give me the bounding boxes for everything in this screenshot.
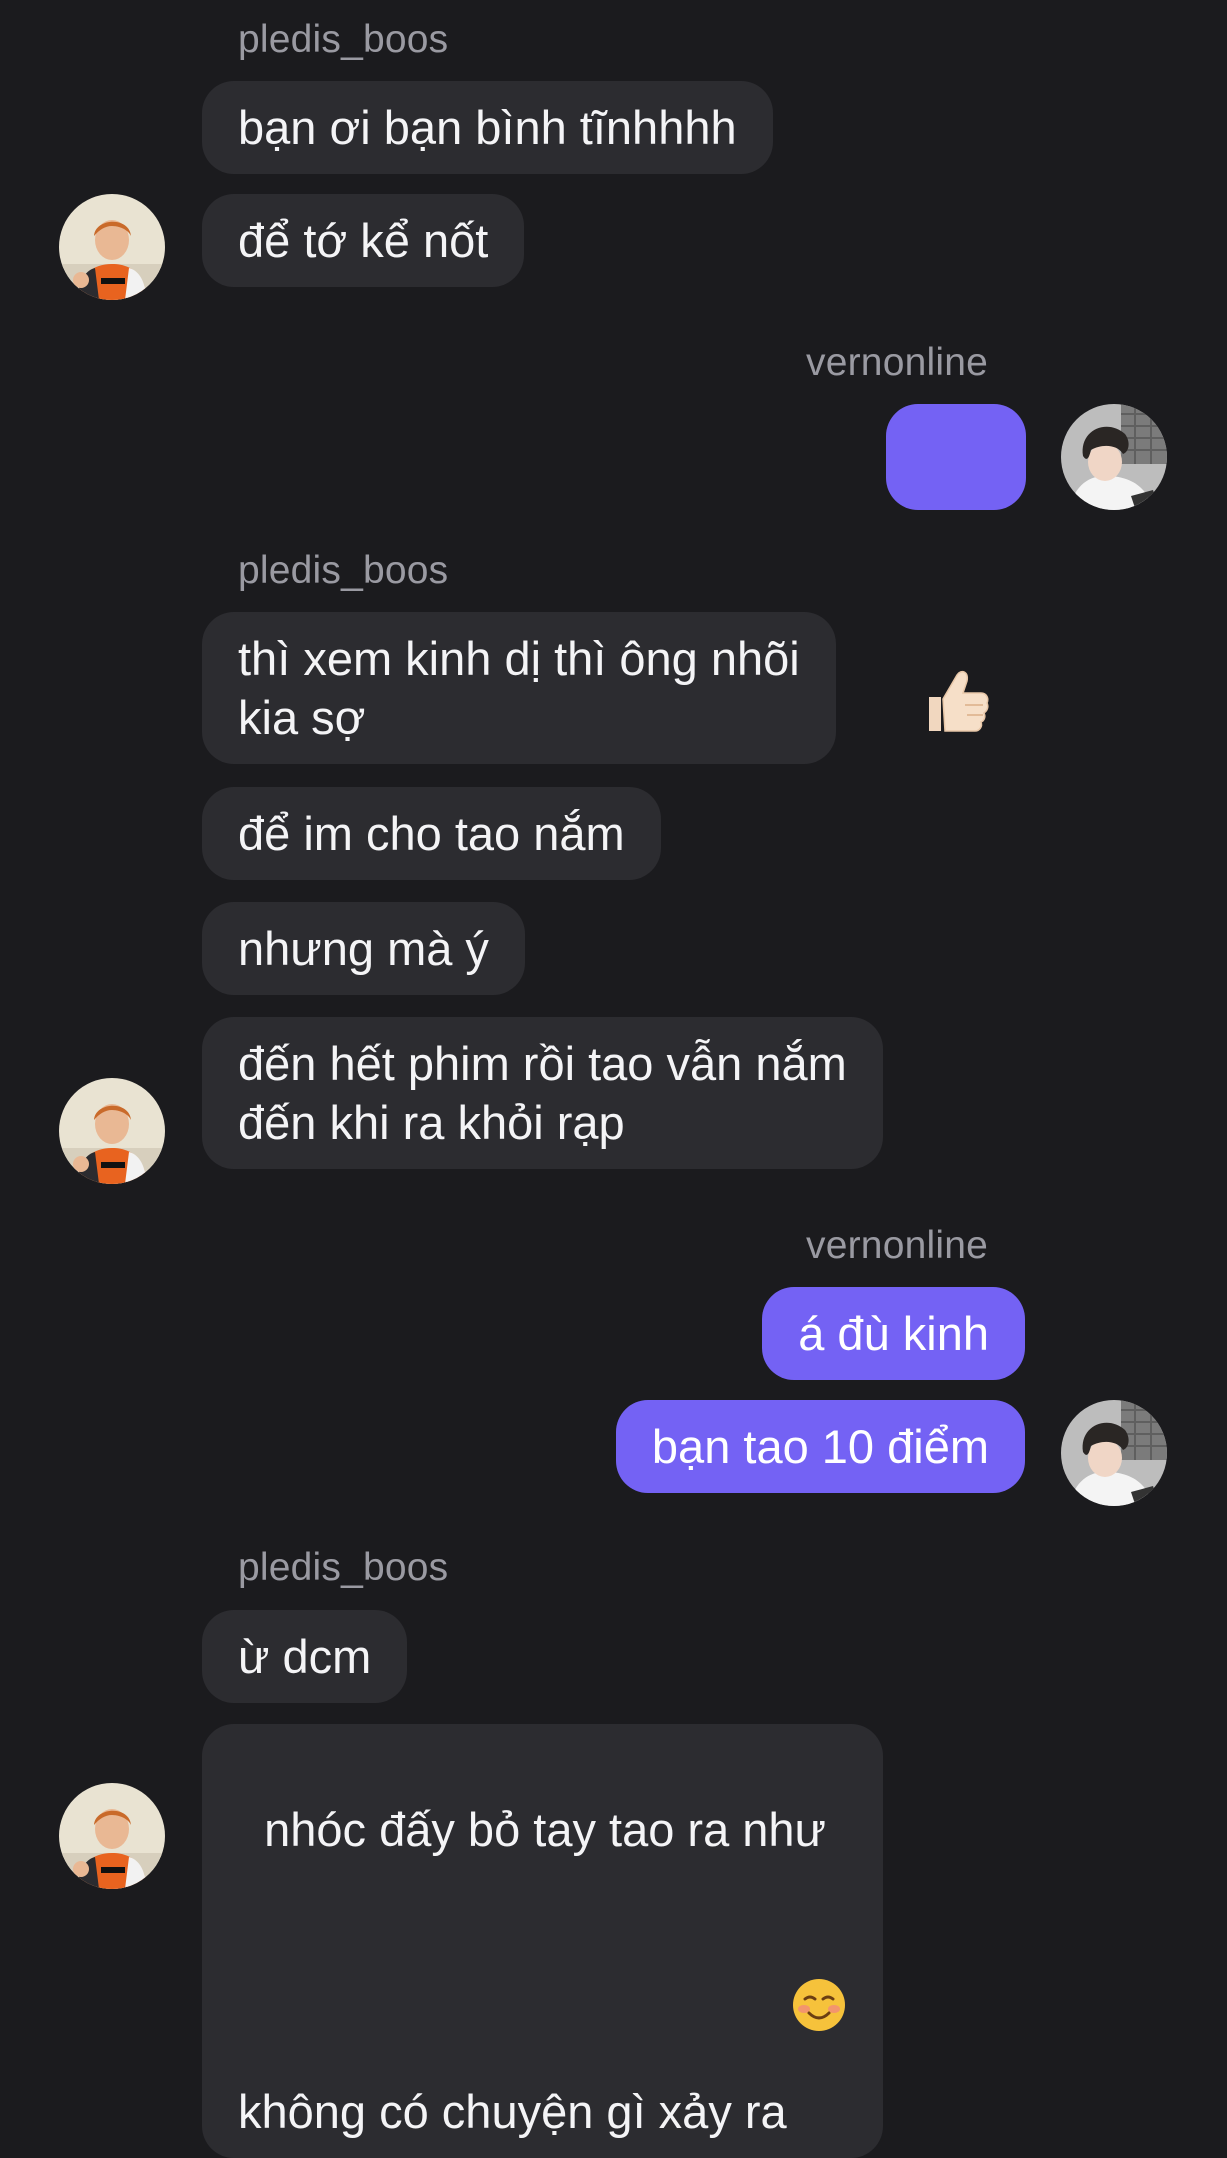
message-bubble[interactable]: nhưng mà ý (202, 902, 525, 995)
message-bubble[interactable]: bạn tao 10 điểm (615, 1400, 1025, 1493)
message-bubble-thumbs-up[interactable] (886, 404, 1026, 732)
avatar-dark-hair-icon[interactable] (1061, 1400, 1167, 1506)
message-bubble[interactable]: thì xem kinh dị thì ông nhõi kia sợ (202, 612, 836, 764)
username-label: vernonline (806, 1224, 988, 1267)
smiling-face-icon (791, 1859, 847, 2031)
message-bubble[interactable]: bạn ơi bạn bình tĩnhhhh (202, 81, 773, 174)
avatar-orange-jersey-icon[interactable] (59, 1078, 165, 1184)
message-bubble[interactable]: nhóc đấy bỏ tay tao ra như không có chuy… (202, 1724, 883, 2158)
avatar-orange-jersey-icon[interactable] (59, 194, 165, 300)
username-label: pledis_boos (238, 18, 449, 61)
avatar-orange-jersey-icon[interactable] (59, 1783, 165, 1889)
message-bubble[interactable]: á đù kinh (762, 1287, 1025, 1380)
message-bubble[interactable]: để tớ kể nốt (202, 194, 525, 287)
message-bubble[interactable]: ừ dcm (202, 1610, 408, 1703)
username-label: pledis_boos (238, 1546, 449, 1589)
username-label: vernonline (806, 341, 988, 384)
message-bubble[interactable]: để im cho tao nắm (202, 787, 661, 880)
username-label: pledis_boos (238, 549, 449, 592)
message-bubble[interactable]: đến hết phim rồi tao vẫn nắm đến khi ra … (202, 1017, 883, 1169)
message-text: nhóc đấy bỏ tay tao ra như không có chuy… (238, 1803, 827, 2138)
thumbs-up-icon (921, 549, 991, 732)
avatar-dark-hair-icon[interactable] (1061, 404, 1167, 510)
